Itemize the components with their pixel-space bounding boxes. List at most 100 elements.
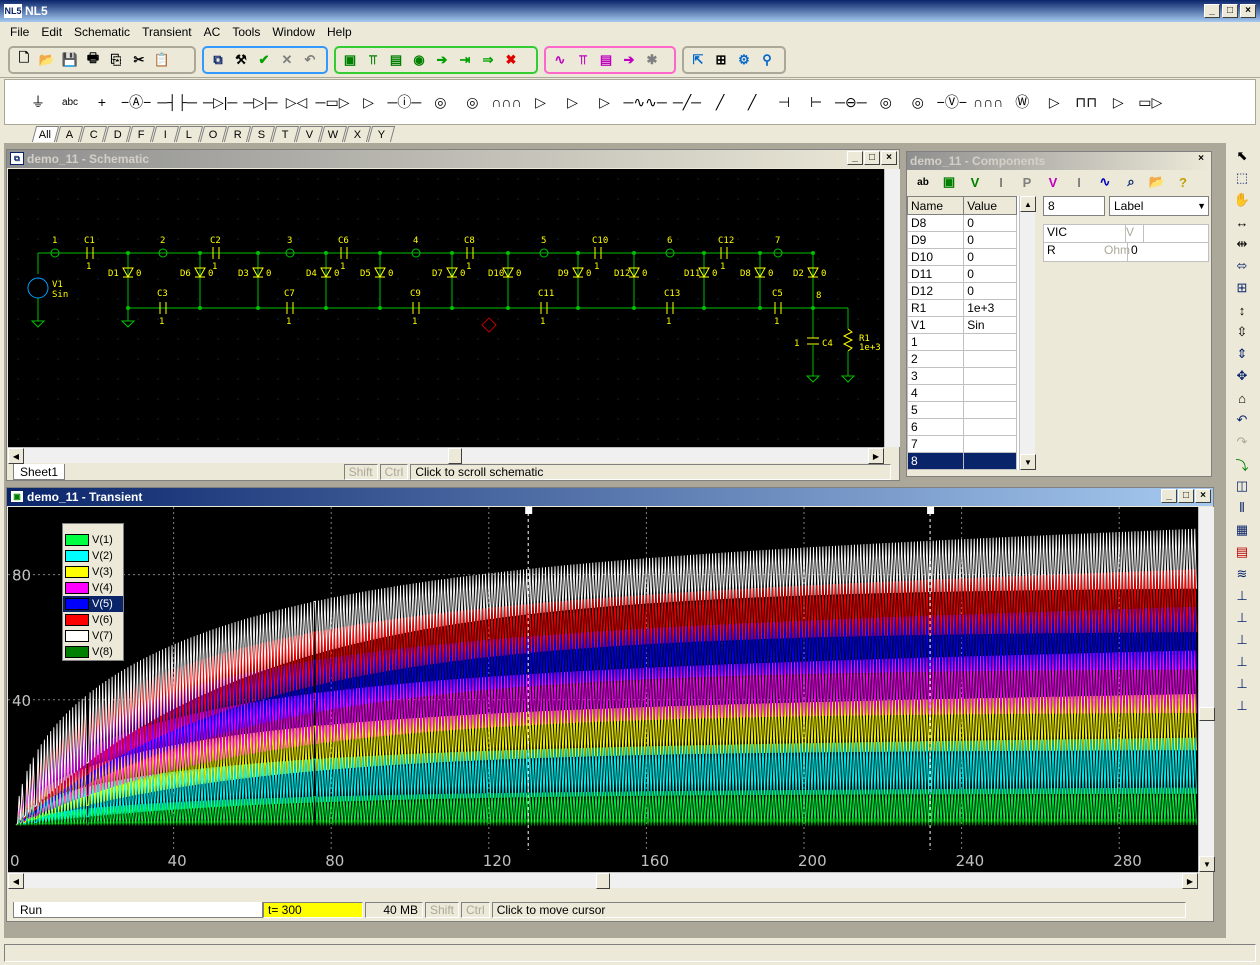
transistor-icon[interactable]: ⊣ — [771, 90, 797, 114]
zoom-all-icon[interactable]: ✥ — [1232, 366, 1252, 386]
cut-icon[interactable]: ✂ — [129, 50, 149, 70]
forward-icon[interactable]: ⇥ — [455, 50, 475, 70]
lib-tab-i[interactable]: I — [151, 126, 180, 142]
shrink-h-icon[interactable]: ⇹ — [1232, 234, 1252, 254]
marker1-icon[interactable]: ⊥ — [1232, 586, 1252, 606]
pulse-icon[interactable]: ⊓⊓ — [1073, 90, 1099, 114]
cursors-icon[interactable]: ⫴ — [1232, 498, 1252, 518]
transient-hscroll[interactable]: ◀ ▶ — [8, 872, 1198, 889]
run-tab[interactable]: Run — [13, 902, 263, 918]
lib-tab-v[interactable]: V — [295, 126, 324, 142]
node-icon[interactable]: + — [89, 90, 115, 114]
lib-tab-y[interactable]: Y — [367, 126, 396, 142]
ammeter-icon[interactable]: −Ⓐ− — [121, 90, 151, 114]
marker2-icon[interactable]: ⊥ — [1232, 608, 1252, 628]
voltage-probe-icon[interactable]: V — [965, 172, 985, 192]
switch2-icon[interactable]: ╱ — [707, 90, 733, 114]
marker4-icon[interactable]: ⊥ — [1232, 652, 1252, 672]
lib-tab-d[interactable]: D — [103, 126, 132, 142]
amplifier-icon[interactable]: ▷ — [528, 90, 554, 114]
layers-icon[interactable]: ◫ — [1232, 476, 1252, 496]
prop-row[interactable]: R Ohm 0 — [1044, 243, 1208, 261]
controlled-source-icon[interactable]: ◎ — [427, 90, 453, 114]
component-row[interactable]: 2 — [907, 350, 1017, 368]
zoom-home-icon[interactable]: ⌂ — [1232, 388, 1252, 408]
component-name-cell[interactable]: V1 — [907, 316, 965, 334]
component-row[interactable]: 3 — [907, 367, 1017, 385]
pin-icon[interactable]: ⚲ — [757, 50, 777, 70]
buffer-icon[interactable]: ─▭▷ — [316, 90, 350, 114]
component-type-dropdown[interactable]: Label ▼ — [1109, 196, 1209, 216]
controlled-source2-icon[interactable]: ◎ — [459, 90, 485, 114]
component-row[interactable]: D12 0 — [907, 282, 1017, 300]
table-icon[interactable]: ▤ — [386, 50, 406, 70]
tvs-icon[interactable]: ▷◁ — [284, 90, 310, 114]
cursor-icon[interactable]: ⤵ — [1232, 454, 1252, 474]
schematic-minimize-button[interactable]: _ — [847, 151, 863, 165]
voltage-source-icon[interactable]: ◎ — [873, 90, 899, 114]
component-value-cell[interactable] — [963, 435, 1017, 453]
inductor-icon[interactable]: ∩∩∩ — [491, 90, 521, 114]
transient-vscroll[interactable]: ▼ — [1198, 507, 1215, 872]
prop-row[interactable]: VIC V — [1044, 225, 1208, 243]
component-row[interactable]: R1 1e+3 — [907, 299, 1017, 317]
hand-icon[interactable]: ✋ — [1232, 190, 1252, 210]
diode-icon[interactable]: ─▷|─ — [203, 90, 237, 114]
component-row[interactable]: D11 0 — [907, 265, 1017, 283]
menu-transient[interactable]: Transient — [136, 25, 198, 39]
schematic-hscroll[interactable]: ◀ ▶ — [8, 447, 884, 464]
component-value-cell[interactable]: Sin — [963, 316, 1017, 334]
lib-tab-t[interactable]: T — [271, 126, 300, 142]
sort-icon[interactable]: ab — [913, 172, 933, 192]
lib-tab-r[interactable]: R — [223, 126, 252, 142]
ac-stop-icon[interactable]: ✱ — [642, 50, 662, 70]
settings-icon[interactable]: ⚙ — [734, 50, 754, 70]
voltage-source2-icon[interactable]: ◎ — [905, 90, 931, 114]
ac-icon[interactable]: ∿ — [550, 50, 570, 70]
component-name-cell[interactable]: D12 — [907, 282, 965, 300]
component-name-cell[interactable]: 2 — [907, 350, 965, 368]
lib-tab-w[interactable]: W — [319, 126, 348, 142]
plot-vscroll-thumb[interactable] — [1199, 707, 1215, 721]
select-icon[interactable]: ⬚ — [1232, 168, 1252, 188]
components-close-button[interactable]: × — [1193, 153, 1209, 167]
legend-item[interactable]: V(4) — [63, 580, 123, 596]
plot-scroll-down-icon[interactable]: ▼ — [1199, 856, 1215, 872]
capacitor-icon[interactable]: ─┤├─ — [157, 90, 197, 114]
schematic-maximize-button[interactable]: □ — [864, 151, 880, 165]
legend-item[interactable]: V(8) — [63, 644, 123, 660]
current-source-icon[interactable]: ─ⓘ─ — [387, 90, 421, 114]
component-value-cell[interactable] — [963, 384, 1017, 402]
zener-icon[interactable]: ─▷|─ — [243, 90, 277, 114]
component-name-cell[interactable]: 5 — [907, 401, 965, 419]
grid-icon[interactable]: ▦ — [1232, 520, 1252, 540]
marker6-icon[interactable]: ⊥ — [1232, 696, 1252, 716]
copy-icon[interactable]: ⎘ — [106, 50, 126, 70]
find-icon[interactable]: ⌕ — [1121, 172, 1141, 192]
label-icon[interactable]: abc — [57, 90, 83, 114]
open-folder-icon[interactable]: 📂 — [1147, 172, 1167, 192]
ac-voltage-icon[interactable]: V — [1043, 172, 1063, 192]
winding-icon[interactable]: ∩∩∩ — [973, 90, 1003, 114]
current-probe-icon[interactable]: I — [991, 172, 1011, 192]
print-icon[interactable]: 🖶 — [83, 50, 103, 70]
component-value-cell[interactable]: 0 — [963, 282, 1017, 300]
menu-schematic[interactable]: Schematic — [68, 25, 136, 39]
component-value-cell[interactable] — [963, 418, 1017, 436]
component-value-cell[interactable]: 0 — [963, 214, 1017, 232]
component-name-cell[interactable]: 3 — [907, 367, 965, 385]
component-value-cell[interactable] — [963, 401, 1017, 419]
stretch-h-icon[interactable]: ↔ — [1232, 212, 1252, 232]
menu-window[interactable]: Window — [266, 25, 321, 39]
plot-scroll-right-icon[interactable]: ▶ — [1182, 873, 1198, 889]
comp-scroll-down-icon[interactable]: ▼ — [1020, 454, 1036, 470]
transient-plot[interactable]: 0 40 80 120 160 200 240 280 40 80 — [8, 507, 1198, 872]
pointer-icon[interactable]: ⬉ — [1232, 146, 1252, 166]
close-button[interactable]: × — [1240, 4, 1256, 18]
scroll-right-icon[interactable]: ▶ — [868, 448, 884, 464]
legend-item[interactable]: V(6) — [63, 612, 123, 628]
ac-run-icon[interactable]: ➔ — [619, 50, 639, 70]
help-icon[interactable]: ? — [1173, 172, 1193, 192]
component-row[interactable]: D8 0 — [907, 214, 1017, 232]
component-name-cell[interactable]: 8 — [907, 452, 965, 470]
